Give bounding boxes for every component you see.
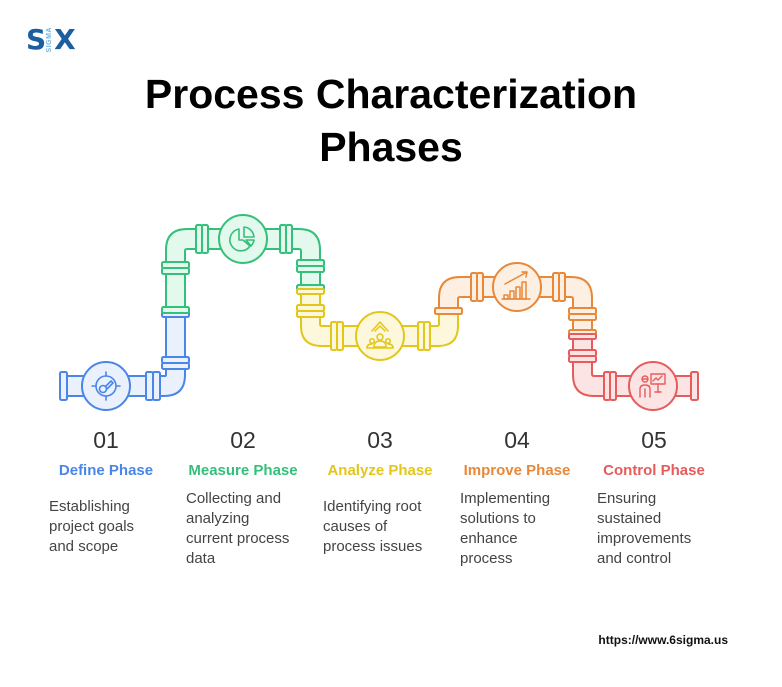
phase-number: 02 (230, 427, 256, 453)
description-line: data (186, 550, 216, 567)
phase-number: 01 (93, 427, 119, 453)
phase-description: Collecting and analyzing current process… (186, 489, 309, 569)
phase-title: Control Phase (603, 462, 705, 479)
phase-title: Analyze Phase (327, 462, 433, 479)
description-line: process (460, 550, 513, 567)
phase-node-improve (492, 262, 542, 312)
phase-column-define: 01 Define Phase Establishing project goa… (40, 424, 172, 557)
phase-title: Improve Phase (463, 462, 571, 479)
phase-number: 05 (641, 427, 667, 453)
description-line: improvements (597, 530, 692, 547)
phase-description: Implementing solutions to enhance proces… (460, 489, 583, 569)
phase-column-improve: 04 Improve Phase Implementing solutions … (451, 424, 583, 569)
phase-description: Identifying root causes of process issue… (323, 497, 446, 557)
description-line: and control (597, 550, 672, 567)
phase-column-analyze: 03 Analyze Phase Identifying root causes… (314, 424, 446, 557)
phase-column-control: 05 Control Phase Ensuring sustained impr… (588, 424, 720, 569)
description-line: Identifying root (323, 498, 422, 515)
phase-column-measure: 02 Measure Phase Collecting and analyzin… (177, 424, 309, 569)
description-line: Establishing (49, 498, 130, 515)
description-line: and scope (49, 538, 119, 555)
phase-node-define (81, 361, 131, 411)
description-line: analyzing (186, 510, 250, 527)
description-line: solutions to (460, 510, 536, 527)
phase-node-measure (218, 214, 268, 264)
description-line: sustained (597, 510, 662, 527)
description-line: Ensuring (597, 490, 657, 507)
description-line: project goals (49, 518, 135, 535)
phase-node-analyze (355, 311, 405, 361)
description-line: process issues (323, 538, 423, 555)
phase-number: 04 (504, 427, 530, 453)
phase-title: Measure Phase (188, 462, 298, 479)
phase-node-control (628, 361, 678, 411)
description-line: enhance (460, 530, 518, 547)
phase-number: 03 (367, 427, 393, 453)
description-line: Implementing (460, 490, 551, 507)
description-line: causes of (323, 518, 388, 535)
phase-description: Establishing project goals and scope (49, 497, 172, 557)
description-line: Collecting and (186, 490, 282, 507)
website-url-link[interactable]: https://www.6sigma.us (598, 633, 728, 647)
description-line: current process (186, 530, 290, 547)
phase-title: Define Phase (58, 462, 154, 479)
phase-description: Ensuring sustained improvements and cont… (597, 489, 720, 569)
pipeline-diagram (59, 214, 699, 411)
